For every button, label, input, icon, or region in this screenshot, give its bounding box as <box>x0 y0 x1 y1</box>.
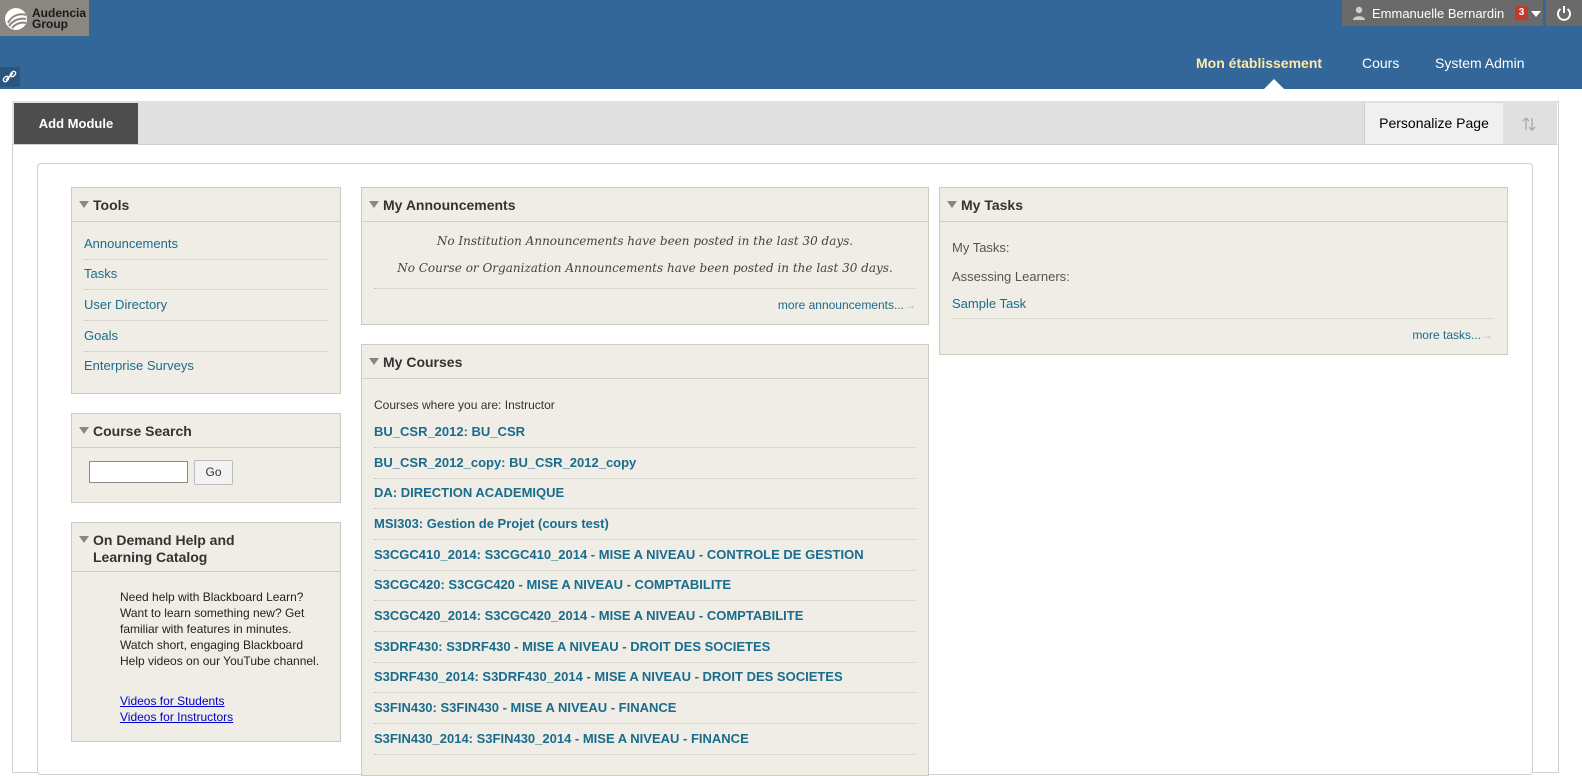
course-search-input[interactable] <box>89 461 188 483</box>
user-name: Emmanuelle Bernardin <box>1372 6 1505 21</box>
course-search-module: Course Search Go <box>71 413 341 503</box>
module-title: On Demand Help and Learning Catalog <box>93 532 235 566</box>
more-tasks-row: more tasks...→ <box>952 318 1493 349</box>
more-tasks-label: more tasks... <box>1412 328 1481 342</box>
module-header: My Courses <box>362 345 928 379</box>
link-icon[interactable] <box>0 67 20 87</box>
more-announcements-link[interactable]: more announcements...→ <box>778 298 916 312</box>
more-announcements-row: more announcements...→ <box>374 288 916 319</box>
tab-cours[interactable]: Cours <box>1362 55 1399 71</box>
more-announcements-label: more announcements... <box>777 298 904 312</box>
course-link[interactable]: S3CGC420: S3CGC420 - MISE A NIVEAU - COM… <box>374 577 916 601</box>
module-header: On Demand Help and Learning Catalog <box>72 523 340 572</box>
course-link[interactable]: BU_CSR_2012: BU_CSR <box>374 424 916 448</box>
personalize-page-button[interactable]: Personalize Page <box>1364 103 1503 144</box>
tool-link-tasks[interactable]: Tasks <box>84 266 328 290</box>
module-header: My Announcements <box>362 188 928 222</box>
logo[interactable]: Audencia Group <box>0 0 89 36</box>
logo-mark-icon <box>5 8 27 30</box>
module-title: Tools <box>93 197 130 213</box>
course-link[interactable]: S3DRF430: S3DRF430 - MISE A NIVEAU - DRO… <box>374 639 916 663</box>
courses-module: My Courses Courses where you are: Instru… <box>361 344 929 776</box>
module-title: My Tasks <box>961 197 1023 213</box>
course-link[interactable]: S3CGC420_2014: S3CGC420_2014 - MISE A NI… <box>374 608 916 632</box>
help-title-line2: Learning Catalog <box>93 549 208 565</box>
chevron-down-icon[interactable] <box>1531 11 1541 17</box>
course-link[interactable]: S3FIN430: S3FIN430 - MISE A NIVEAU - FIN… <box>374 700 916 724</box>
my-tasks-label: My Tasks: <box>952 240 1010 255</box>
tab-system-admin[interactable]: System Admin <box>1435 55 1524 71</box>
course-role-label: Courses where you are: Instructor <box>374 398 555 412</box>
tool-link-enterprise-surveys[interactable]: Enterprise Surveys <box>84 358 328 381</box>
help-body-text: Need help with Blackboard Learn? Want to… <box>120 590 320 668</box>
tool-link-announcements[interactable]: Announcements <box>84 236 328 260</box>
tasks-module: My Tasks My Tasks: Assessing Learners: S… <box>939 187 1508 355</box>
more-tasks-link[interactable]: more tasks...→ <box>1412 328 1493 342</box>
user-icon <box>1353 6 1365 20</box>
active-tab-pointer <box>1264 79 1284 89</box>
module-header: Course Search <box>72 414 340 448</box>
power-icon <box>1557 6 1571 21</box>
tab-mon-etablissement[interactable]: Mon établissement <box>1196 55 1322 71</box>
arrow-right-icon: → <box>1481 328 1493 342</box>
chain-link-icon <box>2 70 17 83</box>
reorder-icon[interactable] <box>1520 115 1538 133</box>
module-header: My Tasks <box>940 188 1507 222</box>
module-header: Tools <box>72 188 340 222</box>
action-bar <box>12 101 1557 145</box>
collapse-triangle-icon[interactable] <box>79 201 89 208</box>
arrow-right-icon: → <box>904 298 916 312</box>
add-module-button[interactable]: Add Module <box>14 103 138 144</box>
course-link[interactable]: BU_CSR_2012_copy: BU_CSR_2012_copy <box>374 455 916 479</box>
institution-announcements-text: No Institution Announcements have been p… <box>436 234 854 248</box>
logo-line2: Group <box>32 17 68 31</box>
module-title: My Courses <box>383 354 463 370</box>
help-title-line1: On Demand Help and <box>93 532 235 548</box>
videos-for-students-link[interactable]: Videos for Students <box>120 694 225 708</box>
tools-module: Tools Announcements Tasks User Directory… <box>71 187 341 394</box>
videos-for-instructors-link[interactable]: Videos for Instructors <box>120 710 233 724</box>
collapse-triangle-icon[interactable] <box>79 427 89 434</box>
go-button[interactable]: Go <box>194 460 233 485</box>
logout-button[interactable] <box>1546 0 1582 26</box>
collapse-triangle-icon[interactable] <box>79 536 89 543</box>
course-link[interactable]: DA: DIRECTION ACADEMIQUE <box>374 485 916 509</box>
course-link[interactable]: S3CGC410_2014: S3CGC410_2014 - MISE A NI… <box>374 547 916 571</box>
notification-badge[interactable]: 3 <box>1515 6 1528 20</box>
course-link[interactable]: S3DRF430_2014: S3DRF430_2014 - MISE A NI… <box>374 669 916 693</box>
help-module: On Demand Help and Learning Catalog Need… <box>71 522 341 742</box>
module-title: My Announcements <box>383 197 516 213</box>
announcements-module: My Announcements No Institution Announce… <box>361 187 929 325</box>
collapse-triangle-icon[interactable] <box>369 201 379 208</box>
tool-link-goals[interactable]: Goals <box>84 328 328 352</box>
course-link[interactable]: MSI303: Gestion de Projet (cours test) <box>374 516 916 540</box>
collapse-triangle-icon[interactable] <box>369 358 379 365</box>
logo-text: Audencia Group <box>32 7 86 31</box>
user-menu[interactable]: Emmanuelle Bernardin 3 <box>1342 0 1543 26</box>
module-title: Course Search <box>93 423 192 439</box>
sample-task-link[interactable]: Sample Task <box>952 296 1026 311</box>
tool-link-user-directory[interactable]: User Directory <box>84 297 328 321</box>
assessing-learners-label: Assessing Learners: <box>952 269 1070 284</box>
course-announcements-text: No Course or Organization Announcements … <box>397 261 893 275</box>
collapse-triangle-icon[interactable] <box>947 201 957 208</box>
course-link[interactable]: S3FIN430_2014: S3FIN430_2014 - MISE A NI… <box>374 731 916 755</box>
